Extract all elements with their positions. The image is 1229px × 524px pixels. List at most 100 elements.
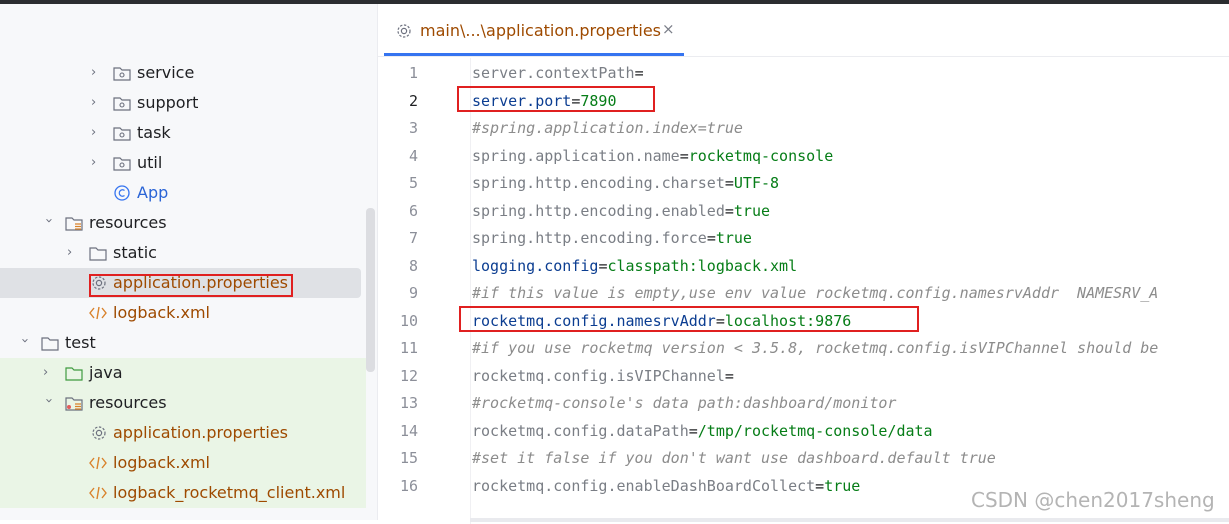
line-number: 3 — [408, 119, 418, 137]
comment-text: #if you use rocketmq version < 3.5.8, ro… — [472, 339, 1159, 357]
tree-item-label: support — [137, 93, 199, 112]
comment-text: #rocketmq-console's data path:dashboard/… — [472, 394, 897, 412]
tree-scrollbar[interactable] — [366, 208, 375, 372]
chevron-right-icon[interactable]: › — [91, 156, 101, 170]
tree-item-label: resources — [89, 213, 167, 232]
code-area[interactable]: 1 server.contextPath= 2 server.port=7890 3 #s… — [378, 58, 1229, 524]
watermark: CSDN @chen2017sheng — [971, 488, 1215, 512]
tree-item-app[interactable]: App — [0, 178, 366, 208]
chevron-right-icon[interactable]: › — [91, 66, 101, 80]
tab-title: main\...\application.properties — [420, 21, 662, 40]
code-line[interactable]: rocketmq.config.dataPath=/tmp/rocketmq-c… — [472, 422, 933, 440]
gear-icon — [92, 426, 106, 440]
property-value: true — [715, 229, 752, 247]
tree-item-support[interactable]: › support — [0, 88, 366, 118]
tree-item-resources[interactable]: › resources — [0, 208, 366, 238]
tree-item-service[interactable]: › service — [0, 58, 366, 88]
tab-application-properties[interactable]: main\...\application.properties × — [384, 4, 684, 56]
tree-item-logback-xml-test[interactable]: logback.xml — [0, 448, 366, 478]
tree-item-label: application.properties — [113, 423, 288, 442]
code-line[interactable]: spring.http.encoding.enabled=true — [472, 202, 770, 220]
tree-item-test-resources[interactable]: › resources — [0, 388, 366, 418]
tree-item-static[interactable]: › static — [0, 238, 366, 268]
chevron-down-icon[interactable]: › — [41, 218, 56, 228]
editor-pane[interactable]: main\...\application.properties × 1 serve… — [377, 4, 1229, 524]
property-key: spring.http.encoding.force — [472, 229, 707, 247]
tree-item-label: resources — [89, 393, 167, 412]
tree-item-logback-xml-main[interactable]: logback.xml — [0, 298, 366, 328]
tree-item-logback-rocketmq-client-xml[interactable]: logback_rocketmq_client.xml — [0, 478, 366, 508]
property-key: spring.application.name — [472, 146, 680, 165]
code-line[interactable]: #if you use rocketmq version < 3.5.8, ro… — [472, 339, 1158, 357]
property-key: rocketmq.config.dataPath — [472, 421, 689, 440]
tree-item-java[interactable]: › java — [0, 358, 366, 388]
code-line[interactable]: rocketmq.config.enableDashBoardCollect=t… — [472, 477, 860, 495]
folder-icon — [41, 337, 59, 351]
equals-sign: = — [688, 421, 698, 440]
property-value: true — [824, 476, 861, 495]
tree-item-util[interactable]: › util — [0, 148, 366, 178]
resources-folder-icon — [65, 217, 83, 231]
tree-item-label: logback.xml — [113, 453, 210, 472]
tree-item-label: util — [137, 153, 163, 172]
line-number: 1 — [408, 64, 418, 82]
code-line[interactable]: spring.http.encoding.charset=UTF-8 — [472, 174, 779, 192]
equals-sign: = — [706, 229, 716, 247]
code-line[interactable]: logging.config=classpath:logback.xml — [472, 257, 797, 275]
code-line[interactable]: #rocketmq-console's data path:dashboard/… — [472, 394, 896, 412]
project-tree[interactable]: › service › support › task › util App › … — [0, 4, 377, 520]
tree-item-test[interactable]: › test — [0, 328, 366, 358]
property-value: UTF-8 — [733, 174, 780, 192]
tree-item-label: static — [113, 243, 157, 262]
tree-item-label: logback_rocketmq_client.xml — [113, 483, 346, 502]
line-number: 8 — [408, 256, 418, 275]
tree-item-application-properties-test[interactable]: application.properties — [0, 418, 366, 448]
property-value: classpath:logback.xml — [607, 256, 798, 275]
close-icon[interactable]: × — [662, 20, 675, 38]
chevron-down-icon[interactable]: › — [41, 398, 56, 408]
active-tab-indicator — [384, 53, 684, 56]
editor-tab-bar: main\...\application.properties × — [378, 4, 1229, 57]
tree-item-label: logback.xml — [113, 303, 210, 322]
property-key: server.contextPath — [472, 64, 635, 82]
tree-item-task[interactable]: › task — [0, 118, 366, 148]
gear-icon — [397, 24, 411, 38]
property-key: spring.http.encoding.charset — [472, 174, 725, 192]
editor-bottom-scroll[interactable] — [470, 518, 1229, 522]
code-line[interactable]: spring.http.encoding.force=true — [472, 229, 752, 247]
equals-sign: = — [724, 174, 734, 192]
equals-sign: = — [724, 201, 734, 220]
chevron-right-icon[interactable]: › — [67, 246, 77, 260]
line-number: 11 — [399, 339, 418, 357]
comment-text: #if this value is empty,use env value ro… — [472, 284, 1159, 302]
equals-sign: = — [634, 64, 644, 82]
code-line[interactable]: #if this value is empty,use env value ro… — [472, 284, 1158, 302]
property-value: /tmp/rocketmq-console/data — [697, 421, 933, 440]
package-icon — [113, 157, 131, 171]
chevron-right-icon[interactable]: › — [43, 366, 53, 380]
equals-sign: = — [679, 146, 689, 165]
tree-item-label: service — [137, 63, 195, 82]
code-line[interactable]: server.contextPath= — [472, 64, 644, 82]
package-icon — [113, 127, 131, 141]
line-number: 16 — [399, 476, 418, 495]
test-resources-folder-icon — [65, 397, 83, 411]
code-line[interactable]: spring.application.name=rocketmq-console — [472, 147, 833, 165]
tree-item-label: task — [137, 123, 171, 142]
code-line[interactable]: #spring.application.index=true — [472, 119, 743, 137]
tree-item-label: test — [65, 333, 96, 352]
code-line[interactable]: #set it false if you don't want use dash… — [472, 449, 996, 467]
code-line[interactable]: rocketmq.config.isVIPChannel= — [472, 367, 734, 385]
property-key: rocketmq.config.enableDashBoardCollect — [472, 476, 816, 495]
chevron-down-icon[interactable]: › — [17, 338, 32, 348]
line-number: 5 — [408, 174, 418, 192]
annotation-highlight-box — [89, 274, 293, 297]
line-number: 10 — [399, 311, 418, 330]
chevron-right-icon[interactable]: › — [91, 96, 101, 110]
gutter-divider — [470, 58, 471, 524]
equals-sign: = — [724, 366, 734, 385]
class-icon — [114, 185, 130, 201]
xml-file-icon — [89, 456, 107, 470]
xml-file-icon — [89, 306, 107, 320]
chevron-right-icon[interactable]: › — [91, 126, 101, 140]
